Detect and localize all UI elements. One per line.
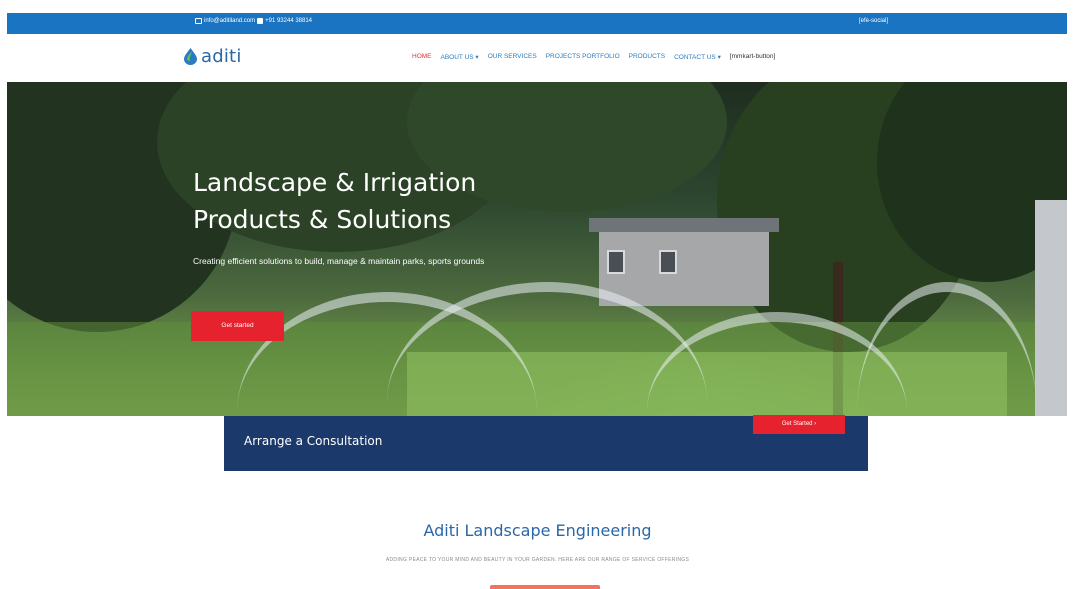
nav-contact-us[interactable]: CONTACT US ▾ [674,53,721,61]
logo-text: aditi [201,46,242,67]
house-side-image [1035,200,1067,416]
consultation-get-started-button[interactable]: Get Started › [753,415,845,434]
nav-menu: HOME ABOUT US ▾ OUR SERVICES PROJECTS PO… [412,53,775,61]
hero-title-line1: Landscape & Irrigation [193,168,477,197]
nav-products[interactable]: PRODUCTS [629,53,665,61]
house-image [589,218,779,306]
section-subtitle: ADDING PEACE TO YOUR MIND AND BEAUTY IN … [385,557,690,563]
main-navbar: aditi HOME ABOUT US ▾ OUR SERVICES PROJE… [7,34,1067,82]
hero-banner: Landscape & Irrigation Products & Soluti… [7,82,1067,416]
hero-title: Landscape & Irrigation Products & Soluti… [193,164,593,238]
nav-home[interactable]: HOME [412,53,432,61]
consultation-bar: Arrange a Consultation Get Started › [224,415,868,471]
hero-subtitle: Creating efficient solutions to build, m… [193,256,485,266]
water-drop-logo-icon [184,48,197,65]
nav-projects-portfolio[interactable]: PROJECTS PORTFOLIO [546,53,620,61]
site-logo[interactable]: aditi [184,46,242,67]
hero-title-line2: Products & Solutions [193,205,452,234]
phone-number[interactable]: +91 93244 38814 [265,18,312,24]
get-started-button[interactable]: Get started [191,311,284,341]
nav-about-us[interactable]: ABOUT US ▾ [441,53,479,61]
nav-our-services[interactable]: OUR SERVICES [488,53,537,61]
cart-button[interactable]: [mmkart-button] [730,53,776,61]
email-icon [195,18,202,24]
email-link[interactable]: info@aditiland.com [204,18,255,24]
top-bar: info@aditiland.com +91 93244 38814 [efe-… [7,13,1067,34]
section-button[interactable] [490,585,600,589]
phone-icon [257,18,264,24]
section-title: Aditi Landscape Engineering [423,521,652,540]
contact-info: info@aditiland.com +91 93244 38814 [195,18,312,24]
social-links[interactable]: [efe-social] [859,18,888,24]
consultation-label: Arrange a Consultation [244,434,383,448]
